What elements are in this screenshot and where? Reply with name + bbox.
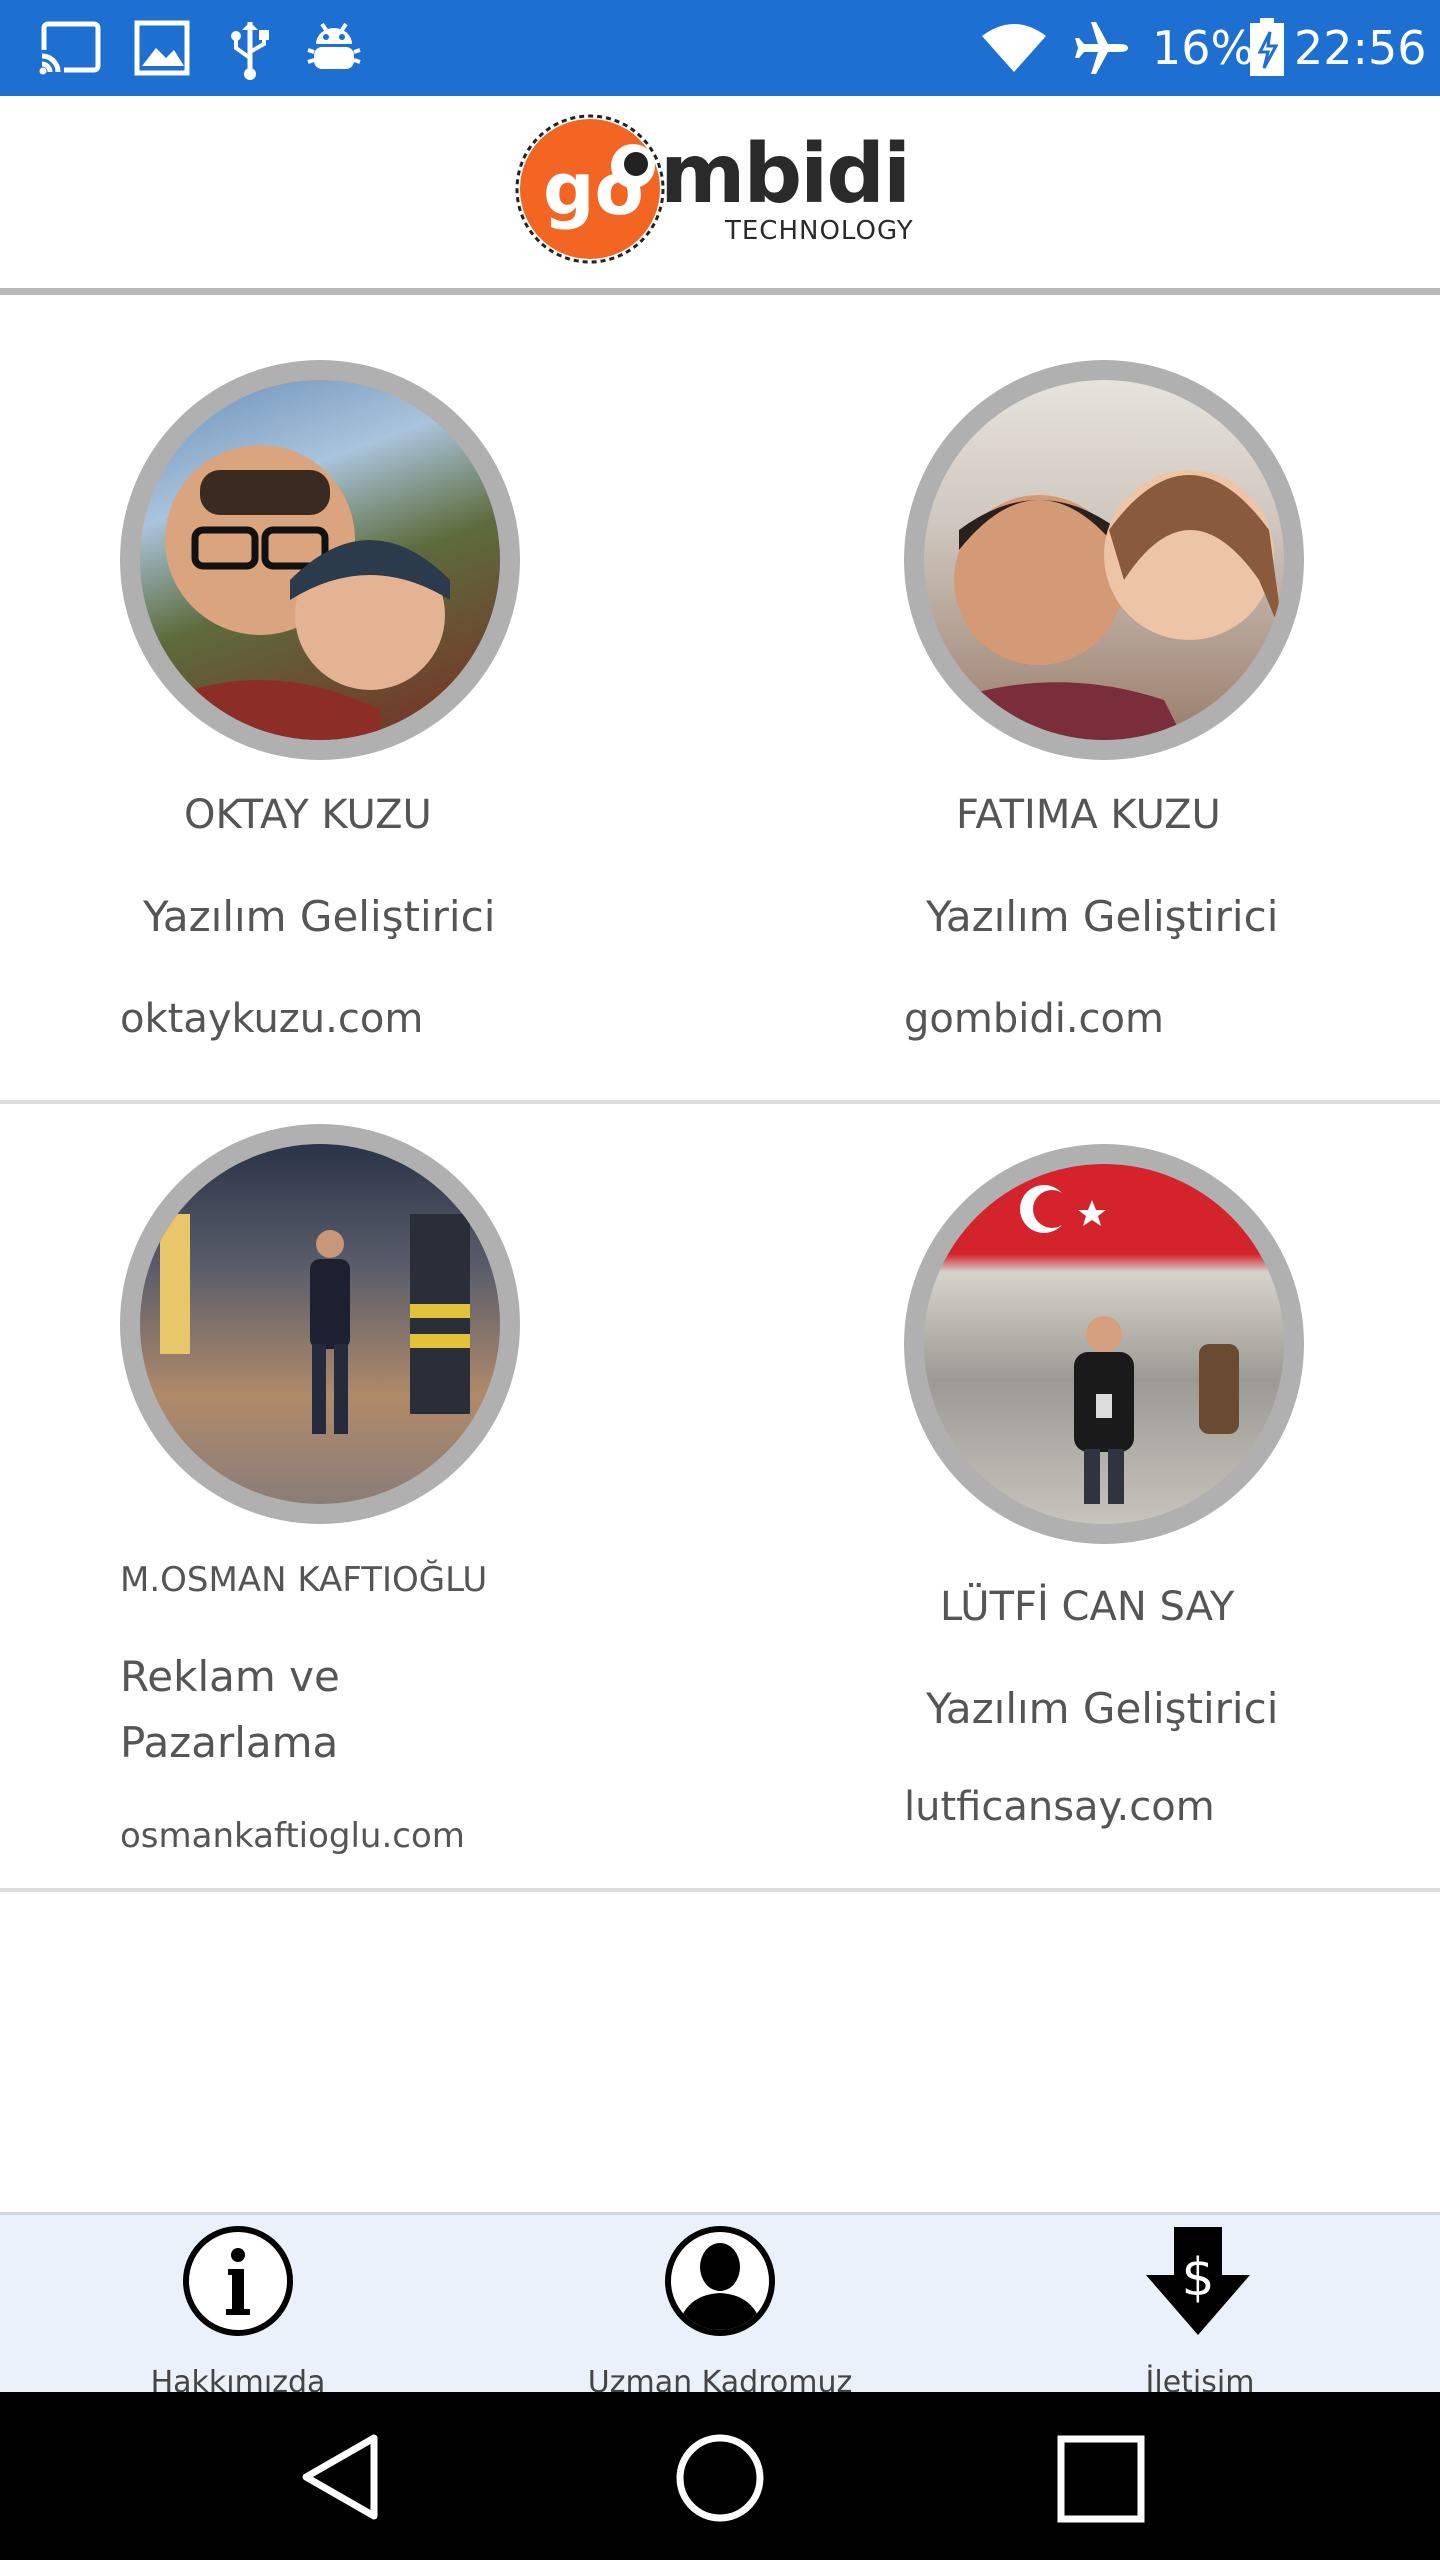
wifi-icon [982, 24, 1046, 72]
back-icon[interactable] [298, 2432, 382, 2522]
app-header: go mbidi TECHNOLOGY [0, 96, 1440, 288]
person-icon [665, 2226, 775, 2336]
member-name: LÜTFİ CAN SAY [940, 1584, 1235, 1630]
bottom-navigation: Hakkımızda Uzman Kadromuz $ İletişim [0, 2212, 1440, 2400]
team-card-oktay[interactable]: OKTAY KUZU Yazılım Geliştirici oktaykuzu… [0, 296, 720, 1096]
member-role: Yazılım Geliştirici [926, 892, 1279, 941]
airplane-icon [1075, 22, 1128, 74]
nav-iletisim[interactable]: $ İletişim [960, 2215, 1440, 2400]
home-icon[interactable] [674, 2432, 766, 2524]
gombidi-logo: go mbidi TECHNOLOGY [515, 114, 925, 264]
svg-text:$: $ [1181, 2248, 1214, 2308]
cast-icon [38, 21, 101, 76]
member-role: Yazılım Geliştirici [926, 1684, 1279, 1733]
member-website-link[interactable]: lutficansay.com [904, 1784, 1215, 1830]
member-name: FATIMA KUZU [956, 792, 1221, 838]
status-bar: 16% 22:56 [0, 0, 1440, 96]
member-name: M.OSMAN KAFTIOĞLU [120, 1560, 488, 1600]
avatar [120, 360, 520, 760]
avatar [904, 360, 1304, 760]
dollar-download-icon: $ [1146, 2227, 1250, 2335]
member-role: Yazılım Geliştirici [143, 892, 496, 941]
member-role-line-2: Pazarlama [120, 1718, 339, 1767]
image-icon [134, 20, 190, 76]
member-website-link[interactable]: oktaykuzu.com [120, 996, 423, 1042]
recents-icon[interactable] [1056, 2434, 1146, 2524]
usb-icon [231, 22, 269, 80]
team-card-fatima[interactable]: FATIMA KUZU Yazılım Geliştirici gombidi.… [720, 296, 1440, 1096]
team-card-osman[interactable]: M.OSMAN KAFTIOĞLU Reklam ve Pazarlama os… [0, 1104, 720, 1884]
avatar [120, 1124, 520, 1524]
avatar [904, 1144, 1304, 1544]
clock: 22:56 [1294, 21, 1427, 75]
battery-icon [1250, 18, 1284, 76]
team-card-lutfi[interactable]: LÜTFİ CAN SAY Yazılım Geliştirici lutfic… [720, 1104, 1440, 1884]
member-website-link[interactable]: gombidi.com [904, 996, 1164, 1042]
nav-hakkimizda[interactable]: Hakkımızda [0, 2215, 480, 2400]
header-divider [0, 288, 1440, 295]
member-role-line-1: Reklam ve [120, 1652, 340, 1701]
android-debug-icon [307, 22, 361, 69]
info-icon [183, 2226, 293, 2336]
system-navigation-bar [0, 2392, 1440, 2560]
nav-uzman-kadromuz[interactable]: Uzman Kadromuz [480, 2215, 960, 2400]
logo-wordmark: mbidi [660, 127, 911, 222]
battery-percent: 16% [1152, 21, 1255, 75]
member-name: OKTAY KUZU [184, 792, 432, 838]
member-website-link[interactable]: osmankaftioglu.com [120, 1816, 465, 1856]
logo-subtitle: TECHNOLOGY [725, 216, 914, 246]
row-divider [0, 1888, 1440, 1892]
